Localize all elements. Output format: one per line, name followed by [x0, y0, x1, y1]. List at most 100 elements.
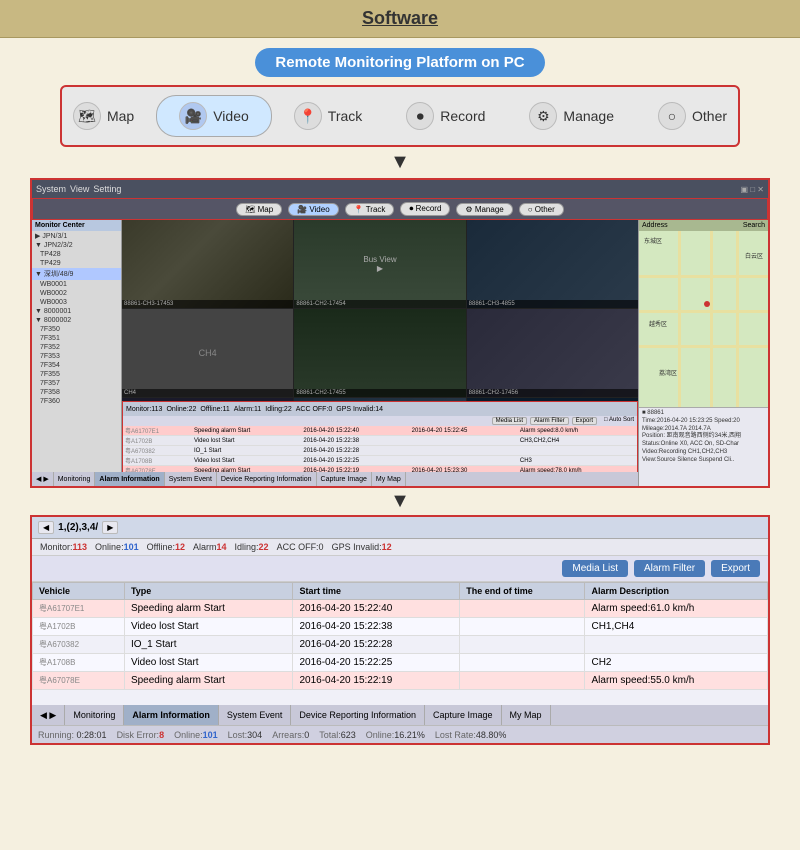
bp-alarm-row[interactable]: 粤A1708B Video lost Start 2016-04-20 15:2… — [33, 654, 768, 672]
ss-media-list-btn[interactable]: Media List — [492, 417, 527, 425]
tree-item-15[interactable]: 7F354 — [32, 361, 121, 370]
ss-tab-monitoring[interactable]: Monitoring — [54, 472, 96, 486]
ss-export-btn[interactable]: Export — [572, 417, 597, 425]
tree-item-16[interactable]: 7F355 — [32, 370, 121, 379]
ss-info-panel: ■ 88861 Time:2016-04-20 15:23:25 Speed:2… — [639, 407, 768, 486]
th-end: The end of time — [460, 583, 585, 600]
ss-alarm-row[interactable]: 粤A1708B Video lost Start 2016-04-20 15:2… — [123, 456, 637, 466]
tree-item-5[interactable]: ▼ 深圳/48/9 — [32, 268, 121, 280]
ss-menu-system[interactable]: System — [36, 184, 66, 194]
ss-nav-record[interactable]: ⏺ Record — [400, 202, 450, 216]
bp-media-list-btn[interactable]: Media List — [562, 560, 628, 577]
video-cell-5[interactable]: 88861-CH2-17455 — [294, 309, 465, 397]
stat-acc-off: ACC OFF:0 — [277, 542, 324, 552]
bp-alarm-row[interactable]: 粤A61707E1 Speeding alarm Start 2016-04-2… — [33, 600, 768, 618]
bp-alarm-row[interactable]: 粤A67078E Speeding alarm Start 2016-04-20… — [33, 672, 768, 690]
tree-item-18[interactable]: 7F358 — [32, 388, 121, 397]
ss-tab-mymap[interactable]: My Map — [372, 472, 406, 486]
video-icon: 🎥 — [179, 102, 207, 130]
tree-item-9[interactable]: ▼ 8000001 — [32, 307, 121, 316]
tree-item-6[interactable]: WB0001 — [32, 280, 121, 289]
th-start: Start time — [293, 583, 460, 600]
status-lost: Lost:304 — [228, 730, 263, 740]
bp-alarm-row[interactable]: 粤A670382 IO_1 Start 2016-04-20 15:22:28 — [33, 636, 768, 654]
stat-alarm: Alarm14 — [193, 542, 227, 552]
ss-nav-other[interactable]: ○ Other — [519, 203, 564, 216]
tree-item-4[interactable]: TP429 — [32, 259, 121, 268]
video-cell-4[interactable]: CH4 CH4 — [122, 309, 293, 397]
tree-item-19[interactable]: 7F360 — [32, 397, 121, 406]
video-cell-6[interactable]: 88861-CH2-17456 — [467, 309, 638, 397]
subtitle-box: Remote Monitoring Platform on PC — [255, 48, 544, 77]
nav-item-map[interactable]: 🗺 Map — [51, 96, 156, 136]
bp-tab-mymap[interactable]: My Map — [502, 705, 551, 725]
tree-item-12[interactable]: 7F351 — [32, 334, 121, 343]
bp-alarm-row[interactable]: 粤A1702B Video lost Start 2016-04-20 15:2… — [33, 618, 768, 636]
tree-item-1[interactable]: ▶ JPN/3/1 — [32, 231, 121, 241]
bp-alarm-row[interactable]: 粤A670382 Video lost Start 2016-04-20 15:… — [33, 690, 768, 691]
nav-map-label: Map — [107, 108, 134, 124]
bp-alarm-table: Vehicle Type Start time The end of time … — [32, 582, 768, 690]
bp-tab-monitoring[interactable]: Monitoring — [65, 705, 124, 725]
bp-alarm-filter-btn[interactable]: Alarm Filter — [634, 560, 705, 577]
ss-nav-manage[interactable]: ⚙ Manage — [456, 203, 512, 216]
ss-menu-setting[interactable]: Setting — [93, 184, 121, 194]
video-label-1: 88861-CH3-17453 — [122, 300, 293, 308]
video-cell-2[interactable]: Bus View▶ 88861-CH2-17454 — [294, 220, 465, 308]
tree-item-7[interactable]: WB0002 — [32, 289, 121, 298]
arrow-down-1: ▼ — [0, 147, 800, 178]
tree-item-11[interactable]: 7F350 — [32, 325, 121, 334]
ss-map-header: Address Search — [639, 220, 768, 231]
stat-monitor: Monitor:113 — [40, 542, 87, 552]
nav-manage-label: Manage — [563, 108, 614, 124]
bp-prev-btn[interactable]: ◀ — [38, 521, 54, 534]
nav-item-other[interactable]: ○ Other — [636, 96, 749, 136]
tree-item-13[interactable]: 7F352 — [32, 343, 121, 352]
ss-nav-map[interactable]: 🗺 Map — [236, 203, 282, 216]
bp-tab-device[interactable]: Device Reporting Information — [291, 705, 425, 725]
ss-topbar: System View Setting ▣ □ ✕ — [32, 180, 768, 198]
bp-tab-system[interactable]: System Event — [219, 705, 292, 725]
nav-item-record[interactable]: ⏺ Record — [384, 96, 507, 136]
status-online-pct: Online:16.21% — [366, 730, 425, 740]
ss-alarm-row[interactable]: 粤A670382 IO_1 Start 2016-04-20 15:22:28 — [123, 446, 637, 456]
track-icon: 📍 — [294, 102, 322, 130]
ss-map-content: 东城区 白云区 越秀区 荔湾区 — [639, 231, 768, 407]
tree-item-10[interactable]: ▼ 8000002 — [32, 316, 121, 325]
map-vehicle-dot — [704, 301, 710, 307]
ss-menu-view[interactable]: View — [70, 184, 89, 194]
tree-item-2[interactable]: ▼ JPN2/3/2 — [32, 241, 121, 250]
nav-track-label: Track — [328, 108, 362, 124]
ss-tab-alarm[interactable]: Alarm Information — [95, 472, 164, 486]
status-running: Running: 0:28:01 — [38, 730, 107, 740]
tree-item-8[interactable]: WB0003 — [32, 298, 121, 307]
ss-tab-capture[interactable]: Capture Image — [317, 472, 372, 486]
ss-alarm-filter-btn[interactable]: Alarm Filter — [530, 417, 569, 425]
bp-tab-nav[interactable]: ◀ ▶ — [32, 705, 65, 725]
bp-header: ◀ 1,(2),3,4/ ▶ — [32, 517, 768, 539]
ss-nav-video[interactable]: 🎥 Video — [288, 203, 339, 216]
ss-tab-system[interactable]: System Event — [165, 472, 217, 486]
ss-alarm-row[interactable]: 粤A1702B Video lost Start 2016-04-20 15:2… — [123, 436, 637, 446]
ss-tree-header: Monitor Center — [32, 220, 121, 231]
bp-tab-alarm[interactable]: Alarm Information — [124, 705, 219, 725]
header-title: Software — [362, 8, 438, 28]
nav-item-track[interactable]: 📍 Track — [272, 96, 384, 136]
ss-alarm-row[interactable]: 粤A61707E1 Speeding alarm Start 2016-04-2… — [123, 426, 637, 436]
bp-export-btn[interactable]: Export — [711, 560, 760, 577]
tree-item-14[interactable]: 7F353 — [32, 352, 121, 361]
video-cell-3[interactable]: 88861-CH3-4855 — [467, 220, 638, 308]
ss-nav: 🗺 Map 🎥 Video 📍 Track ⏺ Record ⚙ Manage … — [32, 198, 768, 220]
bp-tab-capture[interactable]: Capture Image — [425, 705, 502, 725]
tree-item-3[interactable]: TP428 — [32, 250, 121, 259]
bp-next-btn[interactable]: ▶ — [102, 521, 118, 534]
nav-item-manage[interactable]: ⚙ Manage — [507, 96, 636, 136]
ss-tab-nav[interactable]: ◀ ▶ — [32, 472, 54, 486]
header: Software — [0, 0, 800, 38]
ss-tab-device[interactable]: Device Reporting Information — [217, 472, 317, 486]
video-cell-1[interactable]: 88861-CH3-17453 — [122, 220, 293, 308]
ss-nav-track[interactable]: 📍 Track — [345, 203, 395, 216]
nav-item-video[interactable]: 🎥 Video — [156, 95, 272, 137]
record-icon: ⏺ — [406, 102, 434, 130]
tree-item-17[interactable]: 7F357 — [32, 379, 121, 388]
